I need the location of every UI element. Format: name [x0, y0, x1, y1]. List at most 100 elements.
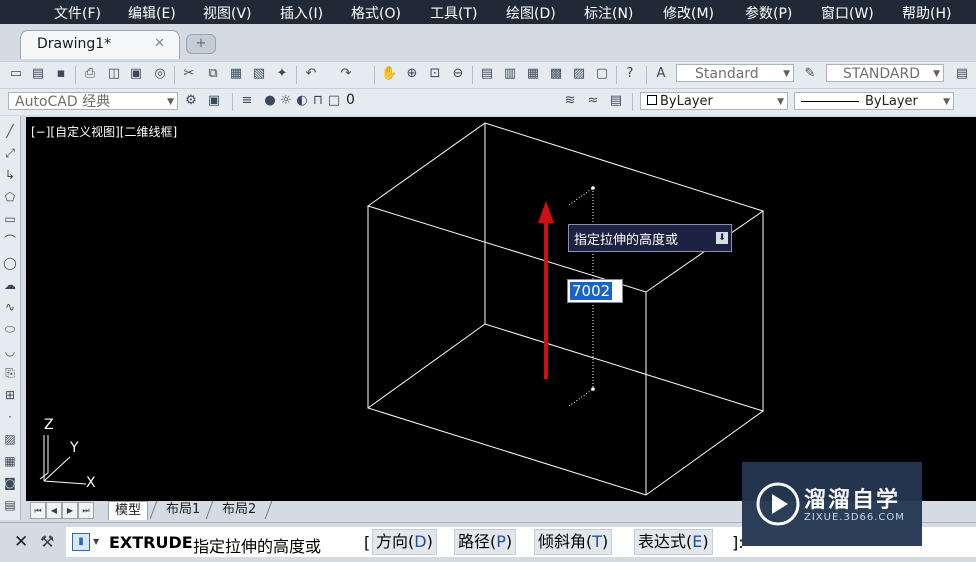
tab-model[interactable]: 模型: [108, 501, 149, 520]
previous-layout-icon[interactable]: ◀: [46, 502, 62, 519]
document-tab[interactable]: Drawing1* ✕: [20, 30, 180, 59]
option-expression[interactable]: 表达式(E): [634, 529, 713, 555]
match-properties-icon[interactable]: ▧: [251, 66, 267, 82]
construction-line-icon[interactable]: ⤢: [1, 144, 19, 162]
menu-format[interactable]: 格式(O): [351, 3, 401, 23]
calculator-icon[interactable]: ▢: [594, 66, 610, 82]
new-tab-button[interactable]: +: [186, 34, 216, 54]
pan-icon[interactable]: ✋: [381, 66, 397, 82]
polyline-icon[interactable]: ↳: [1, 166, 19, 184]
dim-style-dropdown[interactable]: STANDARD ▼: [826, 64, 944, 82]
last-layout-icon[interactable]: ⏭: [78, 502, 94, 519]
design-center-icon[interactable]: ▥: [502, 66, 518, 82]
menu-window[interactable]: 窗口(W): [821, 3, 874, 23]
publish-icon[interactable]: ▣: [128, 66, 144, 82]
print-preview-icon[interactable]: ◫: [106, 66, 122, 82]
first-layout-icon[interactable]: ⏮: [30, 502, 46, 519]
wrench-icon[interactable]: ⚒: [40, 532, 54, 551]
tool-palettes-icon[interactable]: ▦: [525, 66, 541, 82]
table-icon[interactable]: ▤: [1, 496, 19, 514]
save-icon[interactable]: ▪: [53, 66, 69, 82]
lightbulb-icon[interactable]: ●: [262, 93, 278, 109]
box-wireframe: [366, 122, 765, 496]
chevron-down-icon[interactable]: ▼: [93, 537, 99, 546]
close-icon[interactable]: ✕: [14, 532, 28, 552]
dim-style-icon[interactable]: ✎: [802, 66, 818, 82]
menu-dimension[interactable]: 标注(N): [584, 3, 633, 23]
redo-icon[interactable]: ↷: [338, 66, 354, 82]
copy-icon[interactable]: ⧉: [205, 66, 221, 82]
down-arrow-icon[interactable]: ⬇: [716, 232, 728, 244]
hatch-icon[interactable]: ▨: [1, 430, 19, 448]
toolbar-settings-icon[interactable]: ▣: [206, 93, 222, 109]
lock-icon[interactable]: ⊓: [310, 93, 326, 109]
make-block-icon[interactable]: ⊞: [1, 386, 19, 404]
viewport-freeze-icon[interactable]: ◐: [294, 93, 310, 109]
option-path[interactable]: 路径(P): [454, 529, 517, 555]
print-icon[interactable]: ⎙: [82, 66, 98, 82]
drawing-viewport[interactable]: Z Y X: [26, 117, 976, 501]
zoom-previous-icon[interactable]: ⊖: [450, 66, 466, 82]
menu-modify[interactable]: 修改(M): [663, 3, 714, 23]
cut-icon[interactable]: ✂: [181, 66, 197, 82]
menu-tools[interactable]: 工具(T): [430, 3, 477, 23]
markup-icon[interactable]: ▨: [571, 66, 587, 82]
paste-icon[interactable]: ▦: [228, 66, 244, 82]
insert-block-icon[interactable]: ⎘: [1, 364, 19, 382]
arc-icon[interactable]: ⌒: [1, 232, 19, 250]
undo-icon[interactable]: ↶: [303, 66, 319, 82]
tab-layout2[interactable]: 布局2: [216, 501, 262, 519]
next-layout-icon[interactable]: ▶: [62, 502, 78, 519]
menu-parameters[interactable]: 参数(P): [745, 3, 792, 23]
revision-cloud-icon[interactable]: ☁: [1, 276, 19, 294]
document-tab-label: Drawing1*: [37, 36, 112, 52]
line-icon[interactable]: ╱: [1, 122, 19, 140]
command-icon[interactable]: ▮: [72, 533, 90, 551]
layer-previous-icon[interactable]: ≈: [585, 93, 601, 109]
zoom-window-icon[interactable]: ⊡: [427, 66, 443, 82]
polygon-icon[interactable]: ⬠: [1, 188, 19, 206]
circle-icon[interactable]: ◯: [1, 254, 19, 272]
sun-icon[interactable]: ☼: [278, 93, 294, 109]
layer-states-icon[interactable]: ▤: [608, 93, 624, 109]
layer-name[interactable]: 0: [346, 92, 355, 108]
dynamic-input-field[interactable]: 7002: [567, 279, 623, 303]
menu-file[interactable]: 文件(F): [54, 3, 101, 23]
help-icon[interactable]: ?: [622, 66, 638, 82]
menu-view[interactable]: 视图(V): [203, 3, 252, 23]
spline-icon[interactable]: ∿: [1, 298, 19, 316]
option-direction[interactable]: 方向(D): [372, 529, 437, 555]
text-style-dropdown[interactable]: Standard ▼: [676, 64, 794, 82]
table-style-icon[interactable]: ▤: [954, 66, 970, 82]
menu-insert[interactable]: 插入(I): [280, 3, 323, 23]
workspace-dropdown[interactable]: AutoCAD 经典 ▼: [8, 92, 178, 110]
tab-layout1[interactable]: 布局1: [160, 501, 206, 519]
rectangle-icon[interactable]: ▭: [1, 210, 19, 228]
linetype-dropdown[interactable]: ByLayer ▼: [794, 92, 954, 110]
gear-icon[interactable]: ⚙: [183, 93, 199, 109]
viewport-controls-label[interactable]: [−][自定义视图][二维线框]: [31, 123, 177, 140]
menu-help[interactable]: 帮助(H): [902, 3, 951, 23]
ellipse-arc-icon[interactable]: ◡: [1, 342, 19, 360]
menu-draw[interactable]: 绘图(D): [506, 3, 556, 23]
color-dropdown[interactable]: ByLayer ▼: [640, 92, 788, 110]
block-editor-icon[interactable]: ✦: [274, 66, 290, 82]
zoom-realtime-icon[interactable]: ⊕: [404, 66, 420, 82]
gradient-icon[interactable]: ▦: [1, 452, 19, 470]
text-style-icon[interactable]: A: [653, 66, 669, 82]
layer-manager-icon[interactable]: ≡: [239, 93, 255, 109]
sheet-set-icon[interactable]: ▩: [548, 66, 564, 82]
make-current-layer-icon[interactable]: ≋: [562, 93, 578, 109]
point-icon[interactable]: ·: [1, 408, 19, 426]
properties-icon[interactable]: ▤: [479, 66, 495, 82]
close-icon[interactable]: ✕: [154, 36, 165, 51]
option-taper-angle[interactable]: 倾斜角(T): [534, 529, 613, 555]
3d-dwf-icon[interactable]: ◎: [152, 66, 168, 82]
box-top-face: [366, 122, 765, 293]
menu-edit[interactable]: 编辑(E): [128, 3, 176, 23]
open-file-icon[interactable]: ▤: [30, 66, 46, 82]
region-icon[interactable]: ◙: [1, 474, 19, 492]
new-file-icon[interactable]: ▭: [8, 66, 24, 82]
ellipse-icon[interactable]: ⬭: [1, 320, 19, 338]
chevron-down-icon: ▼: [167, 97, 174, 107]
